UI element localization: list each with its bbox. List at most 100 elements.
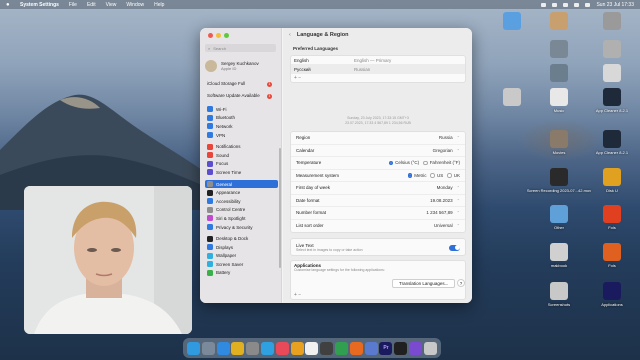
- premiere-icon[interactable]: Pr: [379, 341, 393, 355]
- zoom-button[interactable]: [224, 33, 229, 38]
- search-icon[interactable]: [574, 2, 580, 7]
- radio-button[interactable]: [407, 173, 413, 178]
- back-chevron-icon[interactable]: ‹: [289, 32, 291, 38]
- sidebar-item-control-centre[interactable]: Control Centre: [205, 206, 278, 215]
- setting-value[interactable]: Gregorian ⌃: [433, 148, 460, 153]
- sidebar-item-notifications[interactable]: Notifications: [205, 142, 278, 151]
- close-button[interactable]: [208, 33, 213, 38]
- setting-value[interactable]: 19.08.2023 ⌃: [430, 198, 460, 203]
- telegram-icon[interactable]: [260, 341, 274, 355]
- sidebar-item-appearance[interactable]: Appearance: [205, 188, 278, 197]
- app4-icon[interactable]: [394, 341, 408, 355]
- app5-icon[interactable]: [409, 341, 423, 355]
- wifi-icon[interactable]: [563, 2, 569, 7]
- desktop-icon[interactable]: [492, 12, 532, 30]
- radio-option[interactable]: Celsius (°C): [388, 160, 419, 165]
- sidebar-item-wallpaper[interactable]: Wallpaper: [205, 252, 278, 261]
- finder-icon[interactable]: [186, 341, 200, 355]
- sidebar-item-bluetooth[interactable]: Bluetooth: [205, 114, 278, 123]
- sidebar-item-icloud-storage-full[interactable]: iCloud Storage Full 1: [205, 78, 278, 90]
- setting-value[interactable]: Monday ⌃: [437, 185, 460, 190]
- menu-view[interactable]: View: [106, 2, 117, 8]
- desktop-icon[interactable]: App Cleaner 8.2.1: [592, 88, 632, 113]
- app2-icon[interactable]: [335, 341, 349, 355]
- radio-option[interactable]: Fahrenheit (°F): [423, 160, 460, 165]
- setting-value[interactable]: Metric US UK: [407, 173, 460, 178]
- apple-id-profile[interactable]: Sergey Kuchkanov Apple ID: [205, 58, 277, 74]
- notion-icon[interactable]: [305, 341, 319, 355]
- setting-value[interactable]: Russia ⌃: [439, 135, 460, 140]
- live-text-toggle[interactable]: [449, 244, 460, 251]
- language-row-english[interactable]: English English — Primary: [291, 56, 465, 65]
- translation-languages-button[interactable]: Translation Languages...: [392, 279, 456, 288]
- desktop-icon[interactable]: Fols: [592, 205, 632, 230]
- radio-button[interactable]: [388, 160, 394, 165]
- radio-button[interactable]: [423, 160, 428, 165]
- sidebar-scrollbar[interactable]: [279, 148, 281, 268]
- desktop-icon[interactable]: App Cleaner 8.2.1: [592, 130, 632, 155]
- menu-app-name[interactable]: System Settings: [20, 2, 59, 8]
- desktop-icon[interactable]: [492, 88, 532, 106]
- desktop-icon[interactable]: Disk U: [592, 168, 632, 193]
- desktop-icon[interactable]: [539, 12, 579, 30]
- desktop-icon[interactable]: [592, 64, 632, 82]
- desktop-icon[interactable]: Music: [539, 88, 579, 113]
- minimize-button[interactable]: [216, 33, 221, 38]
- radio-button[interactable]: [430, 173, 435, 178]
- status-icon[interactable]: [541, 2, 547, 7]
- menu-clock[interactable]: Sun 23 Jul 17:33: [596, 2, 634, 8]
- setting-value[interactable]: 1 234 567,89 ⌃: [426, 210, 460, 215]
- control-centre-icon[interactable]: [585, 2, 591, 7]
- battery-icon[interactable]: [552, 2, 558, 7]
- sidebar-item-siri-spotlight[interactable]: Siri & Spotlight: [205, 214, 278, 223]
- radio-option[interactable]: Metric: [407, 173, 426, 178]
- setting-value[interactable]: Universal ⌃: [434, 223, 460, 228]
- desktop-icon[interactable]: makbook: [539, 243, 579, 268]
- desktop-icon[interactable]: Movies: [539, 130, 579, 155]
- menu-file[interactable]: File: [69, 2, 77, 8]
- language-row-russian[interactable]: Русский Russian: [291, 65, 465, 74]
- sidebar-item-screen-saver[interactable]: Screen Saver: [205, 260, 278, 269]
- menu-window[interactable]: Window: [126, 2, 144, 8]
- desktop-icon[interactable]: [539, 64, 579, 82]
- desktop-icon[interactable]: [592, 12, 632, 30]
- menu-edit[interactable]: Edit: [87, 2, 96, 8]
- sidebar-item-displays[interactable]: Displays: [205, 243, 278, 252]
- sidebar-item-screen-time[interactable]: Screen Time: [205, 168, 278, 177]
- desktop-icon[interactable]: Fols: [592, 243, 632, 268]
- trash-icon[interactable]: [423, 341, 437, 355]
- desktop-icon[interactable]: Screenshots: [539, 282, 579, 307]
- apple-menu-icon[interactable]: ●: [6, 2, 12, 8]
- sidebar-item-vpn[interactable]: VPN: [205, 131, 278, 140]
- applications-add-remove[interactable]: + −: [291, 291, 301, 299]
- safari-icon[interactable]: [216, 341, 230, 355]
- radio-option[interactable]: UK: [447, 173, 460, 178]
- radio-button[interactable]: [447, 173, 452, 178]
- sidebar-item-battery[interactable]: Battery: [205, 269, 278, 278]
- sidebar-item-network[interactable]: Network: [205, 122, 278, 131]
- desktop-icon[interactable]: Applications: [592, 282, 632, 307]
- music-icon[interactable]: [275, 341, 289, 355]
- help-button[interactable]: ?: [457, 279, 465, 287]
- languages-add-remove[interactable]: + −: [291, 74, 465, 82]
- launchpad-icon[interactable]: [201, 341, 215, 355]
- desktop-icon[interactable]: Other: [539, 205, 579, 230]
- sidebar-item-focus[interactable]: Focus: [205, 160, 278, 169]
- app3-icon[interactable]: [349, 341, 363, 355]
- setting-value[interactable]: Celsius (°C) Fahrenheit (°F): [388, 160, 460, 165]
- sidebar-search-input[interactable]: ⌕ Search: [205, 44, 276, 52]
- desktop-icon[interactable]: [592, 40, 632, 58]
- sidebar-item-general[interactable]: General: [205, 179, 278, 189]
- sidebar-item-desktop-dock[interactable]: Desktop & Dock: [205, 234, 278, 243]
- menu-help[interactable]: Help: [154, 2, 164, 8]
- app1-icon[interactable]: [320, 341, 334, 355]
- desktop-icon[interactable]: [539, 40, 579, 58]
- radio-option[interactable]: US: [430, 173, 443, 178]
- settings-icon[interactable]: [246, 341, 260, 355]
- sidebar-item-wi-fi[interactable]: Wi-Fi: [205, 105, 278, 114]
- desktop-icon[interactable]: Screen Recording 2023-07...42.mov: [527, 168, 591, 193]
- photos-icon[interactable]: [290, 341, 304, 355]
- preview-icon[interactable]: [364, 341, 378, 355]
- sidebar-item-software-update-available[interactable]: Software Update Available 1: [205, 90, 278, 102]
- sidebar-item-sound[interactable]: Sound: [205, 151, 278, 160]
